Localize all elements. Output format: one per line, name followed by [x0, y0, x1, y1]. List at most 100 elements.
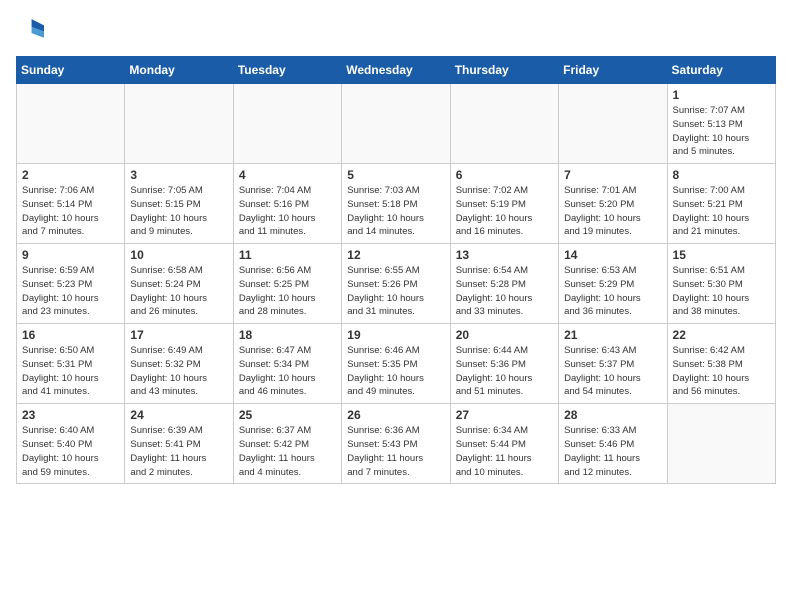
day-info: Sunrise: 6:36 AMSunset: 5:43 PMDaylight:…	[347, 424, 444, 479]
day-info: Sunrise: 6:43 AMSunset: 5:37 PMDaylight:…	[564, 344, 661, 399]
day-info: Sunrise: 6:46 AMSunset: 5:35 PMDaylight:…	[347, 344, 444, 399]
day-info: Sunrise: 6:51 AMSunset: 5:30 PMDaylight:…	[673, 264, 770, 319]
day-info: Sunrise: 6:49 AMSunset: 5:32 PMDaylight:…	[130, 344, 227, 399]
day-number: 11	[239, 248, 336, 262]
day-cell: 11 Sunrise: 6:56 AMSunset: 5:25 PMDayligh…	[233, 244, 341, 324]
day-info: Sunrise: 6:55 AMSunset: 5:26 PMDaylight:…	[347, 264, 444, 319]
logo	[16, 16, 48, 44]
day-info: Sunrise: 7:02 AMSunset: 5:19 PMDaylight:…	[456, 184, 553, 239]
day-number: 13	[456, 248, 553, 262]
day-cell: 8 Sunrise: 7:00 AMSunset: 5:21 PMDaylight…	[667, 164, 775, 244]
day-cell: 28 Sunrise: 6:33 AMSunset: 5:46 PMDayligh…	[559, 404, 667, 484]
day-cell	[125, 84, 233, 164]
day-info: Sunrise: 7:01 AMSunset: 5:20 PMDaylight:…	[564, 184, 661, 239]
day-info: Sunrise: 6:42 AMSunset: 5:38 PMDaylight:…	[673, 344, 770, 399]
day-number: 21	[564, 328, 661, 342]
day-info: Sunrise: 7:03 AMSunset: 5:18 PMDaylight:…	[347, 184, 444, 239]
day-info: Sunrise: 6:37 AMSunset: 5:42 PMDaylight:…	[239, 424, 336, 479]
day-cell: 10 Sunrise: 6:58 AMSunset: 5:24 PMDayligh…	[125, 244, 233, 324]
day-cell: 19 Sunrise: 6:46 AMSunset: 5:35 PMDayligh…	[342, 324, 450, 404]
weekday-header-monday: Monday	[125, 57, 233, 84]
day-info: Sunrise: 6:40 AMSunset: 5:40 PMDaylight:…	[22, 424, 119, 479]
day-info: Sunrise: 6:58 AMSunset: 5:24 PMDaylight:…	[130, 264, 227, 319]
day-cell	[233, 84, 341, 164]
day-cell	[17, 84, 125, 164]
day-cell: 23 Sunrise: 6:40 AMSunset: 5:40 PMDayligh…	[17, 404, 125, 484]
day-number: 16	[22, 328, 119, 342]
day-info: Sunrise: 6:50 AMSunset: 5:31 PMDaylight:…	[22, 344, 119, 399]
day-cell: 17 Sunrise: 6:49 AMSunset: 5:32 PMDayligh…	[125, 324, 233, 404]
day-cell: 9 Sunrise: 6:59 AMSunset: 5:23 PMDaylight…	[17, 244, 125, 324]
day-number: 27	[456, 408, 553, 422]
week-row-0: 1 Sunrise: 7:07 AMSunset: 5:13 PMDaylight…	[17, 84, 776, 164]
day-cell: 16 Sunrise: 6:50 AMSunset: 5:31 PMDayligh…	[17, 324, 125, 404]
day-number: 23	[22, 408, 119, 422]
day-number: 20	[456, 328, 553, 342]
day-cell: 3 Sunrise: 7:05 AMSunset: 5:15 PMDaylight…	[125, 164, 233, 244]
day-number: 19	[347, 328, 444, 342]
day-number: 9	[22, 248, 119, 262]
day-cell: 1 Sunrise: 7:07 AMSunset: 5:13 PMDaylight…	[667, 84, 775, 164]
day-cell: 15 Sunrise: 6:51 AMSunset: 5:30 PMDayligh…	[667, 244, 775, 324]
weekday-header-row: SundayMondayTuesdayWednesdayThursdayFrid…	[17, 57, 776, 84]
day-cell	[559, 84, 667, 164]
day-info: Sunrise: 6:33 AMSunset: 5:46 PMDaylight:…	[564, 424, 661, 479]
day-number: 14	[564, 248, 661, 262]
day-info: Sunrise: 6:47 AMSunset: 5:34 PMDaylight:…	[239, 344, 336, 399]
day-number: 15	[673, 248, 770, 262]
day-info: Sunrise: 6:44 AMSunset: 5:36 PMDaylight:…	[456, 344, 553, 399]
page-header	[16, 16, 776, 44]
day-cell: 5Sunrise: 7:03 AMSunset: 5:18 PMDaylight…	[342, 164, 450, 244]
day-cell	[450, 84, 558, 164]
week-row-2: 9 Sunrise: 6:59 AMSunset: 5:23 PMDaylight…	[17, 244, 776, 324]
day-info: Sunrise: 6:56 AMSunset: 5:25 PMDaylight:…	[239, 264, 336, 319]
day-info: Sunrise: 7:04 AMSunset: 5:16 PMDaylight:…	[239, 184, 336, 239]
day-cell: 24Sunrise: 6:39 AMSunset: 5:41 PMDayligh…	[125, 404, 233, 484]
day-number: 28	[564, 408, 661, 422]
day-number: 8	[673, 168, 770, 182]
day-cell: 20 Sunrise: 6:44 AMSunset: 5:36 PMDayligh…	[450, 324, 558, 404]
day-cell: 7 Sunrise: 7:01 AMSunset: 5:20 PMDaylight…	[559, 164, 667, 244]
day-number: 25	[239, 408, 336, 422]
week-row-1: 2 Sunrise: 7:06 AMSunset: 5:14 PMDaylight…	[17, 164, 776, 244]
day-number: 2	[22, 168, 119, 182]
day-cell: 25 Sunrise: 6:37 AMSunset: 5:42 PMDayligh…	[233, 404, 341, 484]
day-cell	[667, 404, 775, 484]
day-info: Sunrise: 6:34 AMSunset: 5:44 PMDaylight:…	[456, 424, 553, 479]
day-cell: 13Sunrise: 6:54 AMSunset: 5:28 PMDayligh…	[450, 244, 558, 324]
day-cell: 4 Sunrise: 7:04 AMSunset: 5:16 PMDaylight…	[233, 164, 341, 244]
week-row-3: 16 Sunrise: 6:50 AMSunset: 5:31 PMDayligh…	[17, 324, 776, 404]
weekday-header-wednesday: Wednesday	[342, 57, 450, 84]
day-number: 6	[456, 168, 553, 182]
day-cell: 2 Sunrise: 7:06 AMSunset: 5:14 PMDaylight…	[17, 164, 125, 244]
day-cell: 26 Sunrise: 6:36 AMSunset: 5:43 PMDayligh…	[342, 404, 450, 484]
day-cell: 14 Sunrise: 6:53 AMSunset: 5:29 PMDayligh…	[559, 244, 667, 324]
day-cell: 12 Sunrise: 6:55 AMSunset: 5:26 PMDayligh…	[342, 244, 450, 324]
day-number: 24	[130, 408, 227, 422]
day-number: 3	[130, 168, 227, 182]
day-number: 1	[673, 88, 770, 102]
day-number: 12	[347, 248, 444, 262]
weekday-header-friday: Friday	[559, 57, 667, 84]
day-info: Sunrise: 7:06 AMSunset: 5:14 PMDaylight:…	[22, 184, 119, 239]
weekday-header-sunday: Sunday	[17, 57, 125, 84]
day-cell: 21 Sunrise: 6:43 AMSunset: 5:37 PMDayligh…	[559, 324, 667, 404]
day-cell: 27 Sunrise: 6:34 AMSunset: 5:44 PMDayligh…	[450, 404, 558, 484]
day-number: 18	[239, 328, 336, 342]
day-info: Sunrise: 7:00 AMSunset: 5:21 PMDaylight:…	[673, 184, 770, 239]
week-row-4: 23 Sunrise: 6:40 AMSunset: 5:40 PMDayligh…	[17, 404, 776, 484]
weekday-header-thursday: Thursday	[450, 57, 558, 84]
day-number: 4	[239, 168, 336, 182]
day-number: 22	[673, 328, 770, 342]
day-info: Sunrise: 7:05 AMSunset: 5:15 PMDaylight:…	[130, 184, 227, 239]
day-cell: 6 Sunrise: 7:02 AMSunset: 5:19 PMDaylight…	[450, 164, 558, 244]
day-info: Sunrise: 6:53 AMSunset: 5:29 PMDaylight:…	[564, 264, 661, 319]
day-number: 26	[347, 408, 444, 422]
day-number: 10	[130, 248, 227, 262]
calendar-table: SundayMondayTuesdayWednesdayThursdayFrid…	[16, 56, 776, 484]
day-info: Sunrise: 6:59 AMSunset: 5:23 PMDaylight:…	[22, 264, 119, 319]
day-cell: 18 Sunrise: 6:47 AMSunset: 5:34 PMDayligh…	[233, 324, 341, 404]
day-number: 17	[130, 328, 227, 342]
day-info: Sunrise: 7:07 AMSunset: 5:13 PMDaylight:…	[673, 104, 770, 159]
day-number: 7	[564, 168, 661, 182]
